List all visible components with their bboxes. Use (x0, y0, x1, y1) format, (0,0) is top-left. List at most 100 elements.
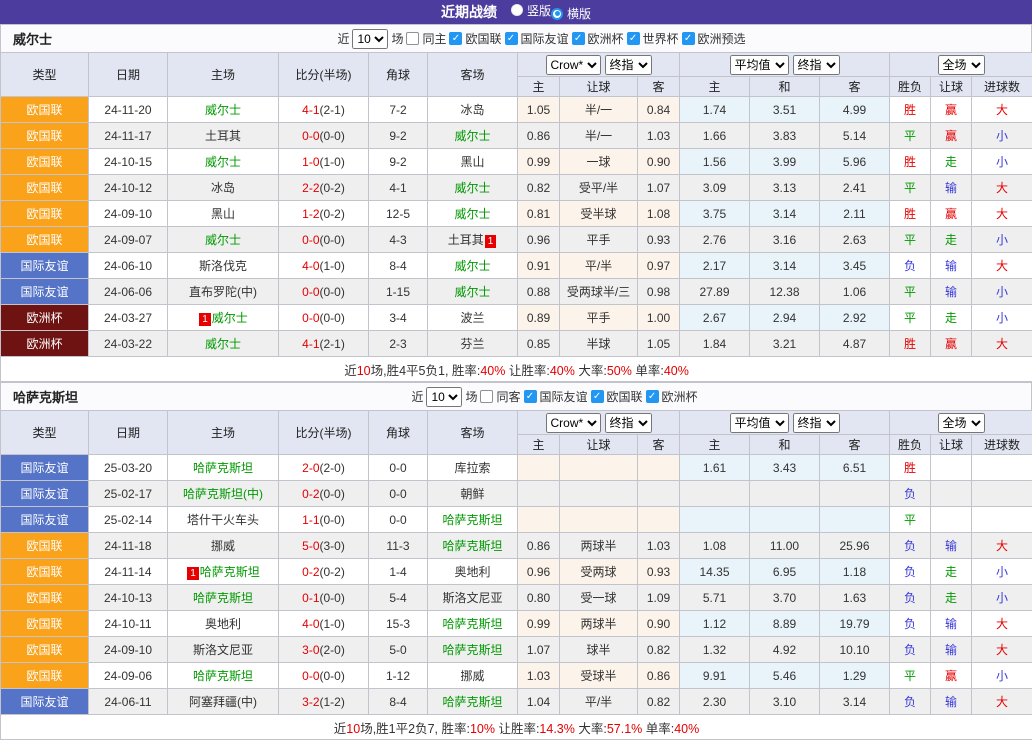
recent-count-select[interactable]: 10 (426, 387, 462, 407)
fulltime-score: 3-0 (302, 643, 319, 657)
crow-home-odds: 1.04 (518, 689, 560, 715)
crow-away-odds: 1.08 (638, 201, 680, 227)
result-goals: 大 (972, 97, 1032, 123)
league-badge: 国际友谊 (1, 253, 89, 279)
avg-away-odds: 19.79 (820, 611, 890, 637)
bookmaker-stage-select[interactable]: 终指 (605, 413, 652, 433)
halftime-score: (0-2) (320, 207, 345, 221)
team-name-text: 塔什干火车头 (187, 513, 259, 527)
league-filter-label: 欧国联 (465, 30, 501, 47)
result-handicap: 赢 (931, 97, 972, 123)
score-cell: 5-0(3-0) (279, 533, 369, 559)
crow-home-odds: 0.80 (518, 585, 560, 611)
away-team: 哈萨克斯坦 (428, 611, 518, 637)
result-outcome: 平 (890, 175, 931, 201)
league-checkbox[interactable]: ✓ (524, 390, 537, 403)
filter-bar: 近10场同主✓欧国联✓国际友谊✓欧洲杯✓世界杯✓欧洲预选 (52, 29, 1031, 49)
halftime-score: (0-0) (320, 591, 345, 605)
same-venue-checkbox[interactable] (406, 32, 419, 45)
layout-radio-option[interactable]: 竖版 (511, 2, 551, 19)
score-cell: 2-0(2-0) (279, 455, 369, 481)
avg-home-odds: 1.61 (680, 455, 750, 481)
bookmaker-select[interactable]: Crow* (546, 55, 601, 75)
score-cell: 4-0(1-0) (279, 253, 369, 279)
team-name-text: 威尔士 (205, 155, 241, 169)
score-cell: 0-2(0-0) (279, 481, 369, 507)
radio-icon[interactable] (511, 4, 523, 16)
crow-away-odds: 0.97 (638, 253, 680, 279)
avg-away-odds (820, 481, 890, 507)
layout-radio-selected[interactable]: 横版 (551, 5, 591, 22)
league-checkbox[interactable]: ✓ (449, 32, 462, 45)
crow-away-odds: 0.90 (638, 611, 680, 637)
home-team: 1威尔士 (168, 305, 279, 331)
average-select[interactable]: 平均值 (730, 55, 789, 75)
league-checkbox[interactable]: ✓ (627, 32, 640, 45)
match-date: 24-11-18 (89, 533, 168, 559)
halftime-score: (1-0) (320, 617, 345, 631)
avg-draw-odds: 3.21 (750, 331, 820, 357)
fulltime-score: 4-0 (302, 617, 319, 631)
fulltime-select[interactable]: 全场 (938, 413, 985, 433)
crow-home-odds: 1.03 (518, 663, 560, 689)
result-outcome: 胜 (890, 97, 931, 123)
title-bar: 近期战绩 竖版横版 (0, 0, 1032, 24)
avg-away-odds (820, 507, 890, 533)
league-filter-label: 欧洲预选 (698, 30, 746, 47)
result-outcome: 平 (890, 507, 931, 533)
team-name-text: 威尔士 (454, 207, 490, 221)
summary-segment: 57.1% (607, 722, 642, 736)
fulltime-select[interactable]: 全场 (938, 55, 985, 75)
match-date: 24-11-14 (89, 559, 168, 585)
halftime-score: (0-2) (320, 181, 345, 195)
avg-draw-odds: 12.38 (750, 279, 820, 305)
average-stage-select[interactable]: 终指 (793, 413, 840, 433)
radio-icon[interactable] (551, 8, 563, 20)
avg-draw-odds: 3.13 (750, 175, 820, 201)
league-badge: 欧国联 (1, 559, 89, 585)
halftime-score: (2-0) (320, 461, 345, 475)
home-team: 威尔士 (168, 331, 279, 357)
match-row: 欧国联 24-10-15 威尔士 1-0(1-0) 9-2 黑山 0.99 一球… (1, 149, 1032, 175)
recent-count-select[interactable]: 10 (352, 29, 388, 49)
same-venue-checkbox[interactable] (480, 390, 493, 403)
page-title: 近期战绩 (441, 2, 497, 22)
avg-draw-odds: 5.46 (750, 663, 820, 689)
league-checkbox[interactable]: ✓ (572, 32, 585, 45)
summary-row: 近10场,胜1平2负7, 胜率:10% 让胜率:14.3% 大率:57.1% 单… (1, 715, 1032, 740)
result-handicap: 输 (931, 533, 972, 559)
average-select[interactable]: 平均值 (730, 413, 789, 433)
bookmaker-select[interactable]: Crow* (546, 413, 601, 433)
team-name-text: 威尔士 (454, 259, 490, 273)
league-checkbox[interactable]: ✓ (505, 32, 518, 45)
corners-cell: 15-3 (369, 611, 428, 637)
bookmaker-stage-select[interactable]: 终指 (605, 55, 652, 75)
result-goals: 小 (972, 585, 1032, 611)
league-badge: 国际友谊 (1, 279, 89, 305)
league-badge: 欧国联 (1, 123, 89, 149)
col-header-date: 日期 (89, 53, 168, 97)
league-checkbox[interactable]: ✓ (646, 390, 659, 403)
result-handicap: 输 (931, 611, 972, 637)
league-checkbox[interactable]: ✓ (591, 390, 604, 403)
crow-handicap: 受半球 (560, 201, 638, 227)
crow-away-odds (638, 455, 680, 481)
radio-label: 竖版 (527, 2, 551, 19)
avg-home-odds: 5.71 (680, 585, 750, 611)
result-outcome: 负 (890, 689, 931, 715)
home-team: 塔什干火车头 (168, 507, 279, 533)
section-header: 哈萨克斯坦 近10场同客✓国际友谊✓欧国联✓欧洲杯 (0, 382, 1032, 410)
results-table: 类型 日期 主场 比分(半场) 角球 客场 Crow*终指 平均值终指 全场 (0, 52, 1032, 382)
average-stage-select[interactable]: 终指 (793, 55, 840, 75)
fulltime-score: 0-0 (302, 285, 319, 299)
match-row: 国际友谊 25-02-17 哈萨克斯坦(中) 0-2(0-0) 0-0 朝鲜 负 (1, 481, 1032, 507)
league-filter-label: 欧国联 (607, 388, 643, 405)
league-checkbox[interactable]: ✓ (682, 32, 695, 45)
avg-draw-odds: 3.14 (750, 253, 820, 279)
corners-cell: 0-0 (369, 455, 428, 481)
crow-handicap: 两球半 (560, 611, 638, 637)
avg-draw-odds: 2.94 (750, 305, 820, 331)
away-team: 斯洛文尼亚 (428, 585, 518, 611)
away-team: 冰岛 (428, 97, 518, 123)
result-handicap: 走 (931, 149, 972, 175)
